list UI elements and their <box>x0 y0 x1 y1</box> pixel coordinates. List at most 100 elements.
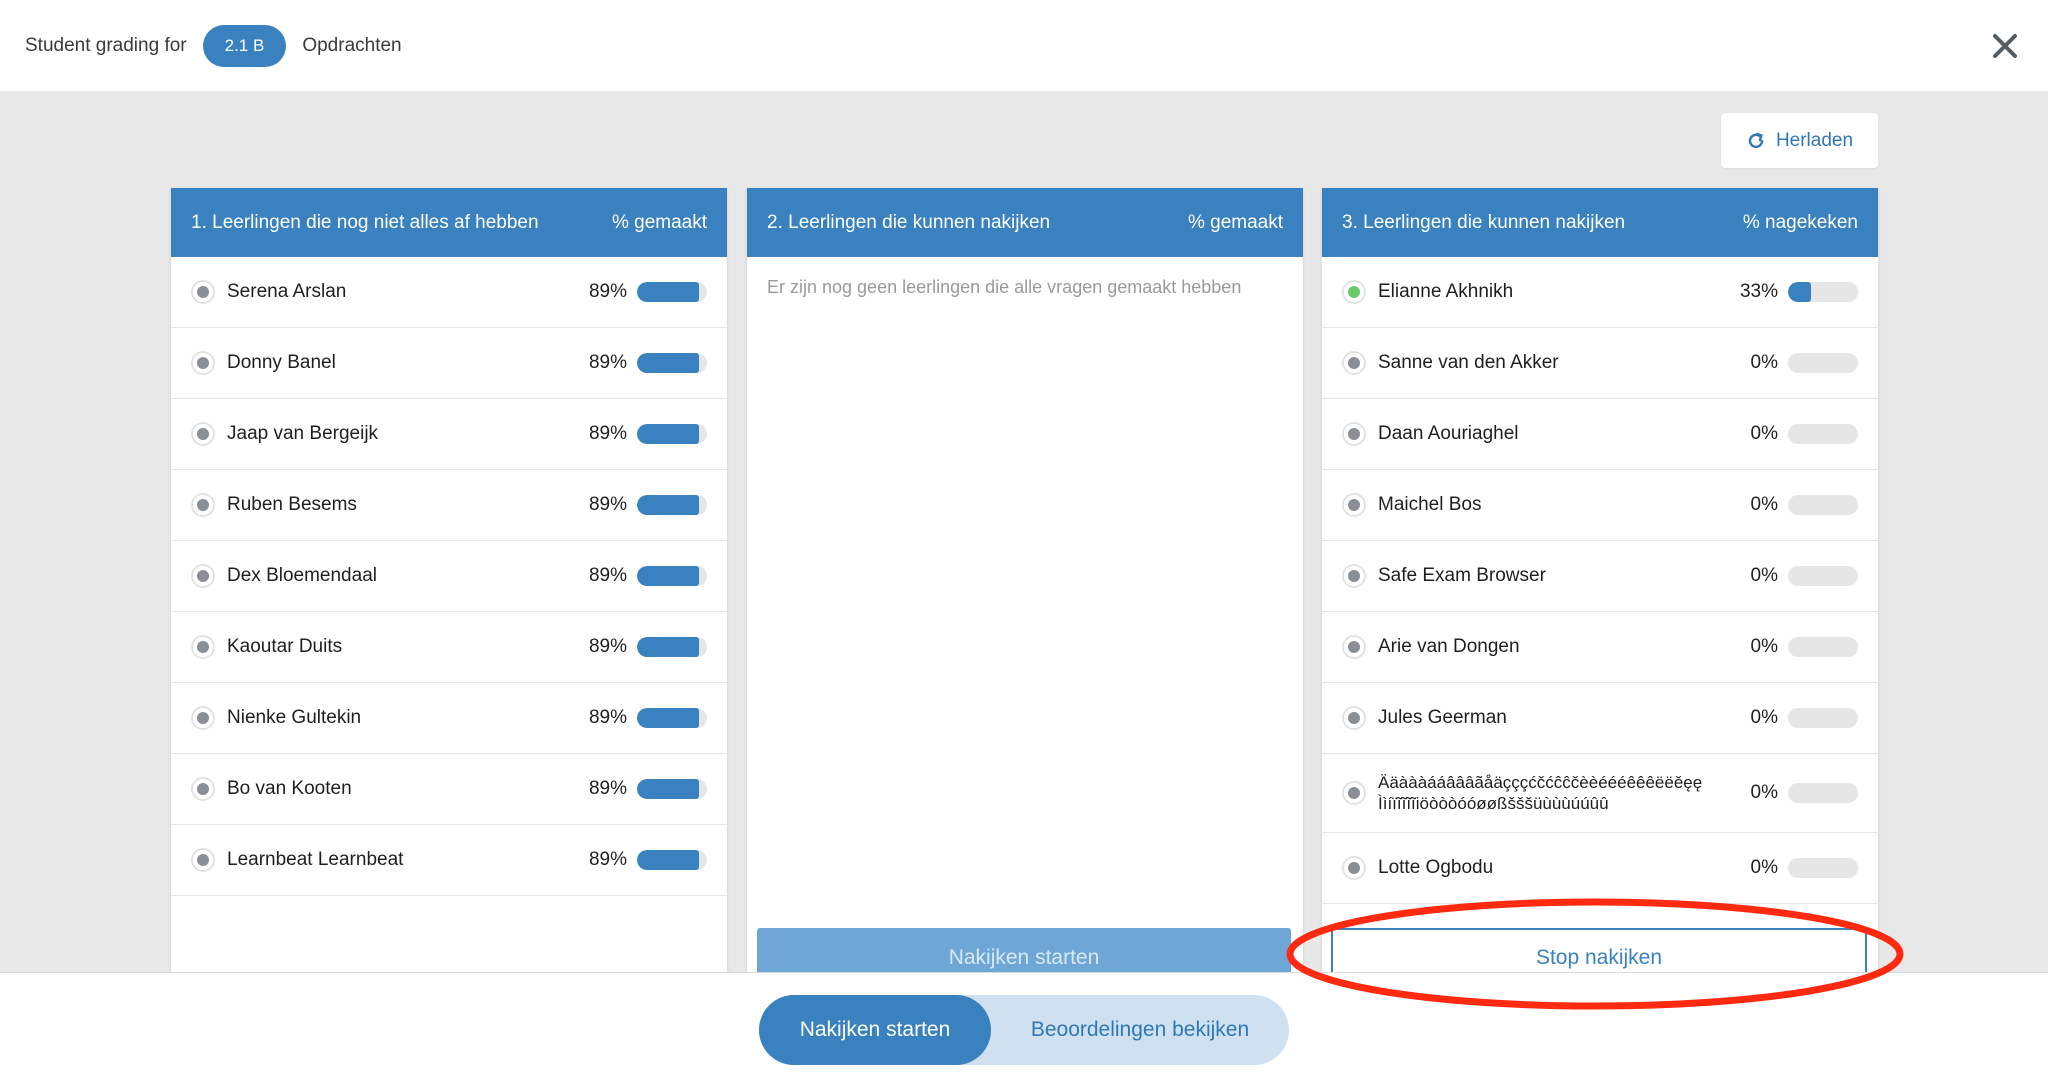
student-name: Ruben Besems <box>227 494 357 515</box>
progress-bar <box>1788 708 1858 728</box>
percentage-value: 89% <box>588 565 627 586</box>
student-name: Daan Aouriaghel <box>1378 423 1519 444</box>
student-row[interactable]: Kaoutar Duits 89% <box>171 612 727 683</box>
panel-title: 3. Leerlingen die kunnen nakijken <box>1342 211 1626 233</box>
progress-bar <box>637 637 707 657</box>
progress-bar <box>637 495 707 515</box>
student-name: Kaoutar Duits <box>227 636 343 657</box>
student-name: Elianne Akhnikh <box>1378 281 1514 302</box>
student-row[interactable]: Arie van Dongen 0% <box>1322 612 1878 683</box>
student-row[interactable]: Jules Geerman 0% <box>1322 683 1878 754</box>
student-name: Dex Bloemendaal <box>227 565 377 586</box>
student-row[interactable]: Lotte Ogbodu 0% <box>1322 833 1878 904</box>
student-row[interactable]: Ääàààááâââãåäçççćčćĉĉčèèéééêêêëëěęę Ììíï… <box>1322 754 1878 833</box>
reload-label: Herladen <box>1775 129 1854 151</box>
status-dot-icon <box>1342 706 1366 730</box>
breadcrumb-assignments[interactable]: Opdrachten <box>302 35 401 57</box>
empty-message: Er zijn nog geen leerlingen die alle vra… <box>767 277 1242 297</box>
progress-bar-fill <box>637 495 700 515</box>
reload-button[interactable]: Herladen <box>1721 113 1878 168</box>
student-row[interactable]: Ruben Besems 89% <box>171 470 727 541</box>
student-row[interactable]: Bo van Kooten 89% <box>171 754 727 825</box>
percentage-value: 0% <box>1750 636 1778 657</box>
view-toggle: Nakijken starten Beoordelingen bekijken <box>759 995 1289 1065</box>
panel-header: 3. Leerlingen die kunnen nakijken % nage… <box>1322 188 1878 257</box>
close-icon[interactable] <box>1987 28 2023 64</box>
percentage-value: 89% <box>588 707 627 728</box>
percentage-value: 0% <box>1750 857 1778 878</box>
student-row[interactable]: Nienke Gultekin 89% <box>171 683 727 754</box>
status-dot-icon <box>1342 351 1366 375</box>
student-row[interactable]: Maichel Bos 0% <box>1322 470 1878 541</box>
panel-title: 2. Leerlingen die kunnen nakijken <box>767 211 1051 233</box>
progress-bar <box>1788 495 1858 515</box>
progress-bar <box>637 850 707 870</box>
student-name: Sanne van den Akker <box>1378 352 1559 373</box>
grading-label: Student grading for <box>25 34 187 56</box>
progress-bar <box>1788 858 1858 878</box>
student-name: Ääàààááâââãåäçççćčćĉĉčèèéééêêêëëěęę Ììíï… <box>1378 773 1703 813</box>
panel-can-grade: 2. Leerlingen die kunnen nakijken % gema… <box>747 188 1303 972</box>
student-row[interactable]: Safe Exam Browser 0% <box>1322 541 1878 612</box>
progress-bar-fill <box>637 708 700 728</box>
student-row[interactable]: Elianne Akhnikh 33% <box>1322 257 1878 328</box>
panel-column-label: % nagekeken <box>1742 211 1858 233</box>
percentage-value: 33% <box>1739 281 1778 302</box>
status-dot-icon <box>191 848 215 872</box>
student-row[interactable]: Serena Arslan 89% <box>171 257 727 328</box>
panel-not-finished: 1. Leerlingen die nog niet alles af hebb… <box>171 188 727 972</box>
student-row[interactable]: Daan Aouriaghel 0% <box>1322 399 1878 470</box>
class-pill[interactable]: 2.1 B <box>202 24 287 67</box>
panel-column-label: % gemaakt <box>611 211 707 233</box>
student-row[interactable]: Sanne van den Akker 0% <box>1322 328 1878 399</box>
progress-bar <box>637 282 707 302</box>
toggle-start-grading[interactable]: Nakijken starten <box>759 995 991 1065</box>
percentage-value: 89% <box>588 778 627 799</box>
student-name: Jules Geerman <box>1378 707 1507 728</box>
progress-bar-fill <box>637 282 700 302</box>
progress-bar <box>1788 637 1858 657</box>
status-dot-icon <box>1342 635 1366 659</box>
status-dot-icon <box>191 564 215 588</box>
student-name: Serena Arslan <box>227 281 347 302</box>
percentage-value: 89% <box>588 849 627 870</box>
status-dot-icon <box>1342 564 1366 588</box>
progress-bar <box>637 566 707 586</box>
status-dot-icon <box>1342 856 1366 880</box>
status-dot-icon <box>1342 493 1366 517</box>
student-name: Maichel Bos <box>1378 494 1482 515</box>
progress-bar-fill <box>637 637 700 657</box>
percentage-value: 0% <box>1750 782 1778 803</box>
progress-bar-fill <box>637 424 700 444</box>
percentage-value: 89% <box>588 423 627 444</box>
progress-bar-fill <box>637 850 700 870</box>
status-dot-icon <box>1342 280 1366 304</box>
percentage-value: 89% <box>588 352 627 373</box>
student-name: Donny Banel <box>227 352 336 373</box>
percentage-value: 0% <box>1750 423 1778 444</box>
student-name: Nienke Gultekin <box>227 707 362 728</box>
student-name: Arie van Dongen <box>1378 636 1520 657</box>
panel-header: 2. Leerlingen die kunnen nakijken % gema… <box>747 188 1303 257</box>
progress-bar-fill <box>637 566 700 586</box>
status-dot-icon <box>191 422 215 446</box>
status-dot-icon <box>191 351 215 375</box>
student-row[interactable]: Learnbeat Learnbeat 89% <box>171 825 727 896</box>
student-name: Safe Exam Browser <box>1378 565 1546 586</box>
student-name: Jaap van Bergeijk <box>227 423 379 444</box>
student-row[interactable]: Donny Banel 89% <box>171 328 727 399</box>
toggle-view-assessments[interactable]: Beoordelingen bekijken <box>991 995 1289 1065</box>
student-row[interactable]: Dex Bloemendaal 89% <box>171 541 727 612</box>
status-dot-icon <box>191 280 215 304</box>
refresh-icon <box>1748 132 1764 148</box>
panel-title: 1. Leerlingen die nog niet alles af hebb… <box>191 211 539 233</box>
panel-column-label: % gemaakt <box>1187 211 1283 233</box>
progress-bar <box>1788 282 1858 302</box>
progress-bar <box>637 779 707 799</box>
percentage-value: 89% <box>588 494 627 515</box>
student-row[interactable]: Jaap van Bergeijk 89% <box>171 399 727 470</box>
progress-bar-fill <box>1788 282 1812 302</box>
progress-bar <box>1788 783 1858 803</box>
progress-bar <box>1788 566 1858 586</box>
status-dot-icon <box>1342 422 1366 446</box>
